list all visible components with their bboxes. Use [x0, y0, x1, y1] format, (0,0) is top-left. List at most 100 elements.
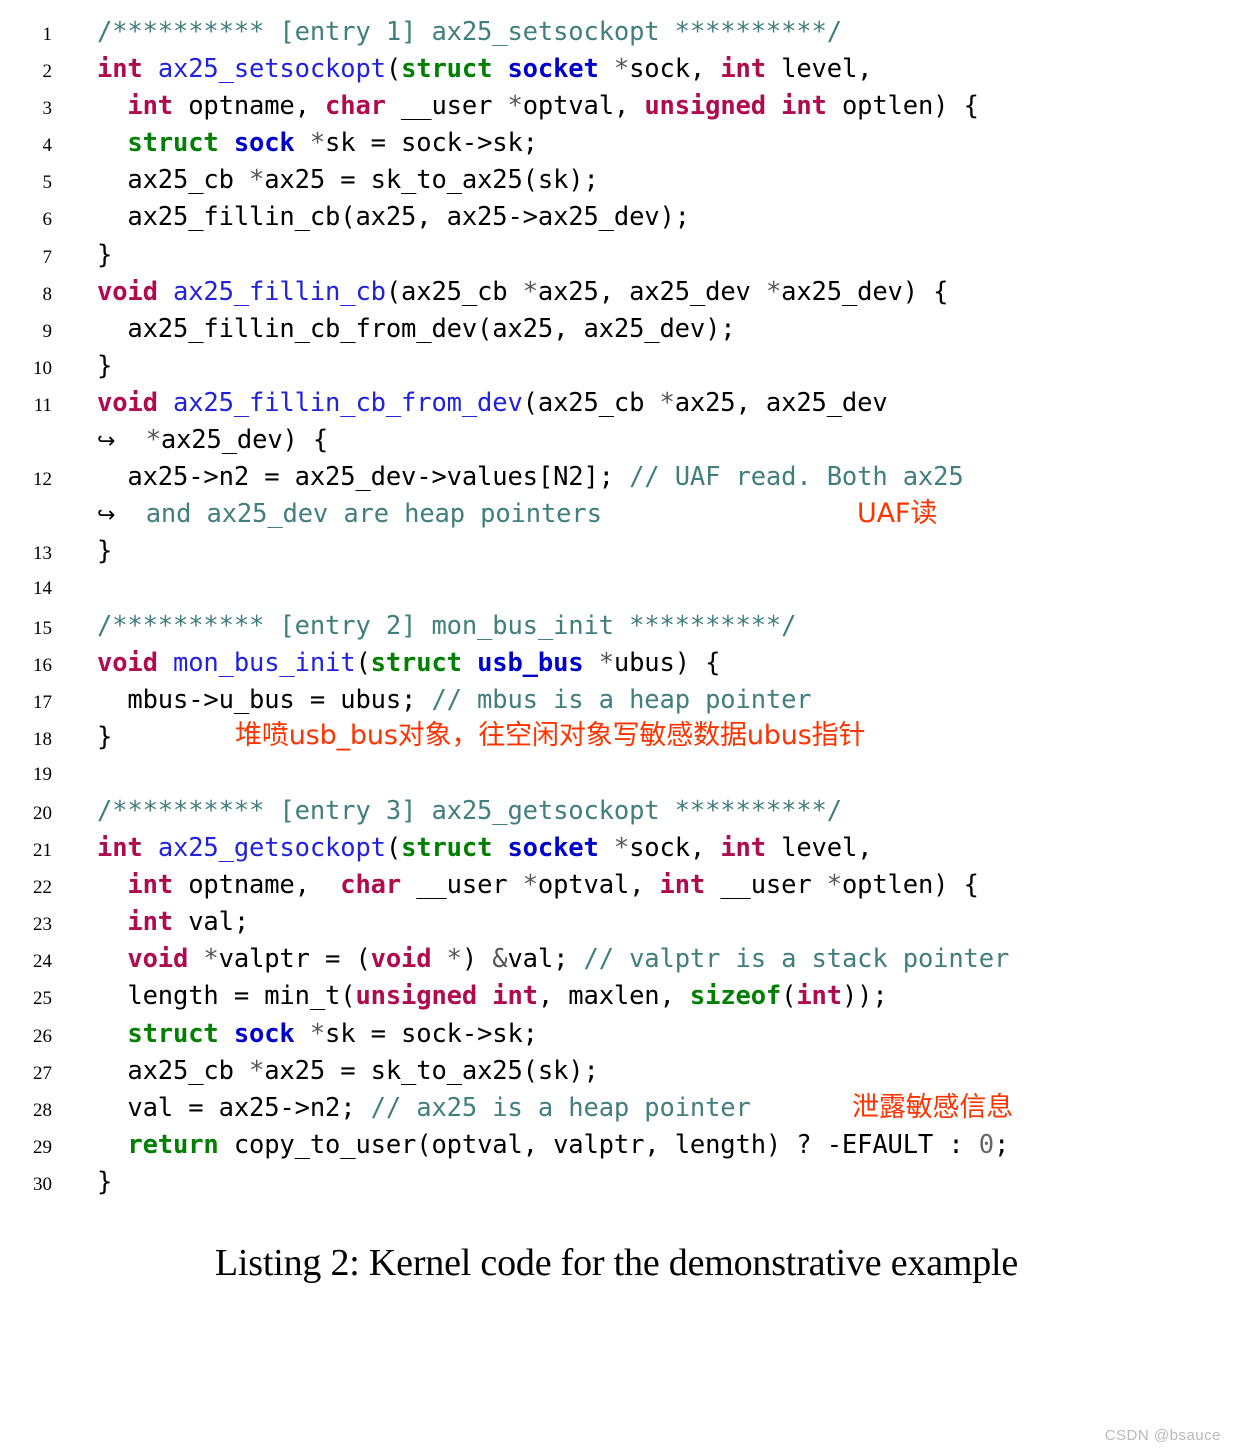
token-ty: usb_bus — [477, 647, 584, 678]
token-k: unsigned int — [644, 91, 827, 122]
token-pt: * — [145, 425, 161, 456]
token-plain: ; — [993, 1129, 1010, 1160]
code-line: 3 int optname, char __user *optval, unsi… — [0, 88, 1233, 125]
token-plain: ax25_cb — [97, 1055, 250, 1086]
token-pt: * — [765, 276, 782, 307]
code-line: 17 mbus->u_bus = ubus; // mbus is a heap… — [0, 682, 1233, 719]
code-text: ax25_fillin_cb(ax25, ax25->ax25_dev); — [52, 199, 1233, 236]
line-number: 30 — [33, 1173, 52, 1195]
code-line: 10} — [0, 348, 1233, 385]
code-text: /********** [entry 2] mon_bus_init *****… — [52, 608, 1233, 645]
line-number: 14 — [33, 578, 52, 600]
code-line: 11 void ax25_fillin_cb_from_dev(ax25_cb *… — [0, 385, 1233, 422]
token-pt: * — [203, 944, 219, 975]
token-k: int — [659, 870, 706, 901]
token-plain: ax25->n2 = ax25_dev->values[N2]; — [97, 462, 630, 493]
token-k: int — [97, 833, 143, 864]
code-line: 26 struct sock *sk = sock->sk; — [0, 1016, 1233, 1053]
code-line: 24 void *valptr = (void *) &val; // valp… — [0, 941, 1233, 978]
token-pt: * — [598, 647, 614, 678]
token-cm: and ax25_dev are heap pointers — [115, 499, 602, 530]
token-fn: ax25_fillin_cb_from_dev — [173, 387, 523, 418]
token-cm: /********** [entry 3] ax25_getsockopt **… — [97, 795, 842, 826]
token-kw: sizeof — [689, 981, 782, 1012]
red-annotation: 泄露敏感信息 — [852, 1091, 1014, 1123]
code-text: ↪ and ax25_dev are heap pointers UAF读 — [52, 496, 1233, 534]
code-text: val = ax25->n2; // ax25 is a heap pointe… — [52, 1090, 1233, 1127]
line-number: 9 — [42, 320, 53, 342]
line-number: 3 — [42, 98, 53, 120]
code-text: ↪ *ax25_dev) { — [52, 422, 1233, 460]
token-plain: (ax25_cb — [385, 276, 523, 307]
code-line: 2 int ax25_setsockopt(struct socket *sock… — [0, 51, 1233, 88]
token-plain: __user — [385, 91, 508, 122]
token-pt: * — [826, 870, 842, 901]
token-plain: ax25, ax25_dev — [674, 387, 888, 418]
token-pt: * — [249, 1055, 265, 1086]
token-cm: // UAF read. Both ax25 — [629, 462, 964, 493]
token-pt: * — [613, 54, 630, 85]
token-pt: * — [522, 870, 538, 901]
token-cont: ↪ — [97, 429, 116, 455]
token-k: void — [127, 944, 189, 975]
code-lines-container: 1 /********** [entry 1] ax25_setsockopt *… — [0, 14, 1233, 1201]
token-ty: socket — [507, 54, 599, 85]
token-plain: __user — [705, 870, 827, 901]
watermark: CSDN @bsauce — [1104, 1427, 1221, 1444]
code-text: length = min_t(unsigned int, maxlen, siz… — [52, 978, 1233, 1015]
code-line: 8 void ax25_fillin_cb(ax25_cb *ax25, ax25… — [0, 274, 1233, 311]
code-line: 22 int optname, char __user *optval, int… — [0, 867, 1233, 904]
token-plain: optval, — [537, 870, 660, 901]
token-plain: ( — [355, 647, 371, 678]
code-text: struct sock *sk = sock->sk; — [52, 1016, 1233, 1053]
token-kw: struct — [127, 128, 219, 159]
line-number: 21 — [33, 840, 52, 862]
line-number: 6 — [42, 209, 53, 231]
line-number: 26 — [33, 1025, 52, 1047]
token-plain: (ax25_cb — [522, 387, 660, 418]
token-plain: val; — [507, 944, 584, 975]
red-annotation: UAF读 — [857, 498, 938, 530]
code-text: int ax25_getsockopt(struct socket *sock,… — [52, 830, 1233, 867]
code-line: 29 return copy_to_user(optval, valptr, l… — [0, 1127, 1233, 1164]
code-text: int optname, char __user *optval, int __… — [52, 867, 1233, 904]
line-number: 19 — [33, 763, 52, 785]
token-pt: * — [309, 1018, 326, 1049]
token-pt: * — [249, 165, 265, 196]
token-ty: sock — [233, 1018, 295, 1049]
token-pt: * — [507, 91, 523, 122]
code-text: /********** [entry 3] ax25_getsockopt **… — [52, 793, 1233, 830]
code-line: 28 val = ax25->n2; // ax25 is a heap poi… — [0, 1090, 1233, 1127]
token-plain: sk = sock->sk; — [325, 128, 538, 159]
token-kw: struct — [401, 54, 493, 85]
code-text: mbus->u_bus = ubus; // mbus is a heap po… — [52, 682, 1233, 719]
token-plain: optval, — [522, 91, 645, 122]
token-plain: ) — [461, 944, 493, 975]
token-k: int — [97, 54, 143, 85]
line-number: 11 — [33, 394, 52, 416]
token-plain: } — [97, 350, 113, 381]
code-text: ax25_cb *ax25 = sk_to_ax25(sk); — [52, 162, 1233, 199]
line-number: 27 — [33, 1062, 52, 1084]
code-text: ax25->n2 = ax25_dev->values[N2]; // UAF … — [52, 459, 1233, 496]
code-text: struct sock *sk = sock->sk; — [52, 125, 1233, 162]
line-number: 8 — [42, 283, 53, 305]
token-k: char — [340, 870, 402, 901]
token-k: void — [97, 387, 158, 418]
token-plain: __user — [401, 870, 523, 901]
red-annotation: 堆喷usb_bus对象，往空闲对象写敏感数据ubus指针 — [235, 719, 866, 751]
token-plain: length = min_t( — [97, 981, 356, 1012]
code-line: 16 void mon_bus_init(struct usb_bus *ubus… — [0, 645, 1233, 682]
token-cm: // mbus is a heap pointer — [431, 684, 812, 715]
line-number: 29 — [33, 1136, 52, 1158]
line-number: 23 — [33, 914, 52, 936]
